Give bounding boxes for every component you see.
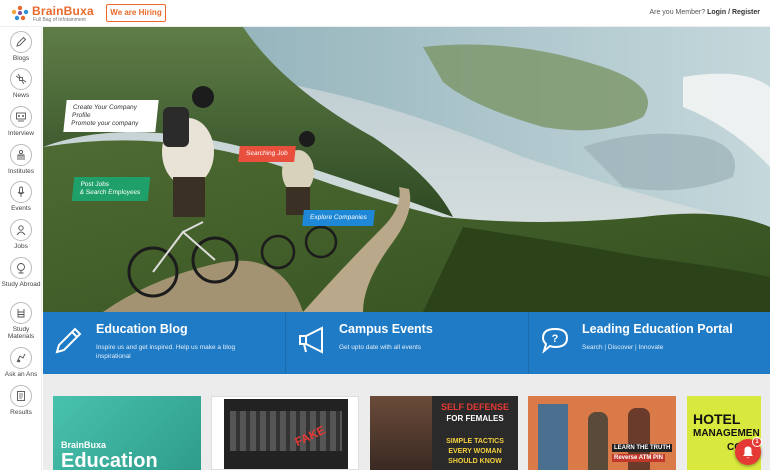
card-text-line: LEARN THE TRUTH [612, 444, 673, 452]
login-link[interactable]: Login [707, 9, 726, 16]
globe-icon [10, 257, 32, 279]
svg-text:?: ? [552, 333, 559, 345]
card-title-line: MANAGEMEN [693, 428, 760, 439]
card-text-line: EVERY WOMAN [448, 448, 502, 455]
sidebar-item-label: Study Materials [7, 326, 35, 340]
institute-icon [10, 144, 32, 166]
register-link[interactable]: Register [732, 9, 760, 16]
callout-line: & Search Employees [79, 189, 141, 196]
sidebar-item-interview[interactable]: Interview [0, 106, 42, 137]
card-brand: BrainBuxa [61, 440, 107, 450]
top-bar: BrainBuxa Full Bag of Infotainment We ar… [0, 0, 770, 27]
sidebar-item-institutes[interactable]: Institutes [0, 144, 42, 175]
card-title: Education [61, 450, 158, 470]
blog-card-self-defense[interactable]: SELF DEFENSE FOR FEMALES SIMPLE TACTICS … [370, 396, 518, 470]
notification-badge: 1 [752, 437, 762, 447]
satellite-icon [10, 68, 32, 90]
materials-icon [10, 302, 32, 324]
card-text-line: SHOULD KNOW [448, 458, 502, 465]
feature-description: Get upto date with all events [339, 344, 422, 351]
speech-bubble-icon: ? [541, 327, 569, 354]
searching-job-callout[interactable]: Searching Job [238, 146, 296, 162]
sidebar-item-label: Study Abroad [1, 281, 41, 288]
feature-description: Search | Discover | Innovate [582, 344, 664, 351]
feature-title: Leading Education Portal [582, 322, 733, 336]
card-title-line: FOR FEMALES [446, 414, 504, 423]
sidebar-item-jobs[interactable]: Jobs [0, 219, 42, 250]
blog-card-fake-news[interactable]: FAKE [211, 396, 359, 470]
feature-title: Campus Events [339, 322, 433, 336]
pencil-icon [10, 31, 32, 53]
sidebar-item-ask-an-ans[interactable]: Ask an Ans [0, 347, 42, 378]
sidebar-item-results[interactable]: Results [0, 385, 42, 416]
member-links: Are you Member? Login / Register [649, 9, 760, 16]
sidebar-item-label: Events [11, 205, 31, 212]
callout-line: Create Your Company Profile [71, 104, 138, 119]
microphone-icon [10, 181, 32, 203]
create-company-profile-callout[interactable]: Create Your Company Profile Promote your… [63, 100, 159, 132]
we-are-hiring-button[interactable]: We are Hiring [106, 4, 166, 22]
card-text-line: Reverse ATM PIN [612, 454, 666, 462]
hero-landscape-image [43, 27, 770, 312]
sidebar-item-label: Blogs [12, 55, 30, 62]
callout-line: Post Jobs [80, 181, 110, 188]
sidebar-item-label: Interview [7, 130, 34, 137]
sidebar-item-label: Results [10, 409, 32, 416]
feature-education-portal[interactable]: ? Leading Education Portal Search | Disc… [529, 312, 770, 374]
sidebar-item-study-abroad[interactable]: Study Abroad [0, 257, 42, 288]
sidebar-item-blogs[interactable]: Blogs [0, 31, 42, 62]
card-text-line: SIMPLE TACTICS [446, 438, 504, 445]
interview-icon [10, 106, 32, 128]
sidebar-item-label: Ask an Ans [4, 371, 38, 378]
pencil-icon [55, 327, 82, 354]
feature-campus-events[interactable]: Campus Events Get upto date with all eve… [286, 312, 529, 374]
results-icon [10, 385, 32, 407]
callout-line: Promote your company [70, 120, 139, 127]
megaphone-icon [299, 326, 323, 354]
post-jobs-callout[interactable]: Post Jobs & Search Employees [71, 177, 151, 201]
logo-name: BrainBuxa [32, 4, 94, 18]
sidebar-item-news[interactable]: News [0, 68, 42, 99]
card-photo [370, 396, 432, 470]
logo-mark-icon [11, 5, 29, 21]
card-thumbnail: FAKE [224, 399, 348, 469]
member-prompt: Are you Member? [649, 9, 706, 16]
sidebar-item-label: Institutes [7, 168, 34, 175]
feature-description: Inspire us and get inspired. Help us mak… [96, 344, 236, 360]
blog-card-atm-pin[interactable]: LEARN THE TRUTH Reverse ATM PIN [528, 396, 676, 470]
user-icon [10, 219, 32, 241]
card-title-line: SELF DEFENSE [440, 402, 509, 412]
card-illustration [538, 404, 568, 470]
card-title-line: HOTEL [693, 411, 741, 427]
chat-button[interactable]: 1 [735, 437, 762, 465]
feature-education-blog[interactable]: Education Blog Inspire us and get inspir… [43, 312, 286, 374]
hero-banner: Create Your Company Profile Promote your… [43, 27, 770, 312]
sidebar: Blogs News Interview Institutes Events J… [0, 27, 42, 470]
separator: / [728, 9, 731, 16]
explore-companies-callout[interactable]: Explore Companies [302, 210, 375, 226]
sidebar-item-study-materials[interactable]: Study Materials [0, 302, 42, 340]
sidebar-item-events[interactable]: Events [0, 181, 42, 212]
feature-bar: Education Blog Inspire us and get inspir… [43, 312, 770, 374]
sidebar-item-label: News [12, 92, 30, 99]
brainbuxa-logo[interactable]: BrainBuxa Full Bag of Infotainment [10, 4, 95, 23]
feature-title: Education Blog [96, 322, 188, 336]
blog-card-education[interactable]: BrainBuxa Education [53, 396, 201, 470]
logo-tagline: Full Bag of Infotainment [33, 17, 86, 23]
blog-cards-strip: BrainBuxa Education FAKE SELF DEFENSE FO… [43, 374, 770, 470]
sidebar-item-label: Jobs [14, 243, 28, 250]
ask-icon [10, 347, 32, 369]
